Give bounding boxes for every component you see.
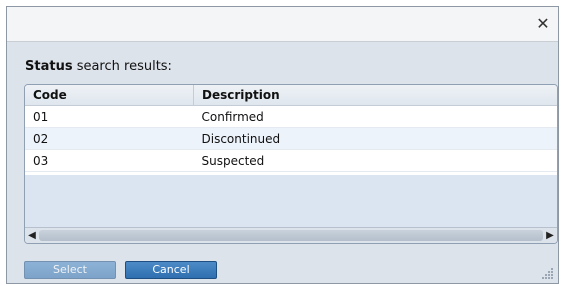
scroll-right-icon[interactable]: ▶	[543, 228, 557, 243]
cell-code: 02	[25, 127, 194, 150]
column-header-description[interactable]: Description	[193, 85, 557, 106]
dialog-titlebar: ✕	[7, 7, 558, 42]
table-header-row: Code Description	[25, 85, 557, 106]
cell-code: 03	[25, 149, 194, 172]
heading-status-label: Status	[25, 59, 73, 74]
results-grid: Code Description 01 Confirmed 02 Discont…	[24, 84, 558, 244]
scrollbar-thumb[interactable]	[39, 230, 543, 241]
cell-description: Suspected	[193, 149, 557, 172]
select-button[interactable]: Select	[24, 261, 116, 279]
cell-code: 01	[25, 105, 194, 128]
resize-grip-icon[interactable]	[542, 267, 554, 279]
column-header-code[interactable]: Code	[25, 85, 194, 106]
table-row[interactable]: 02 Discontinued	[25, 127, 557, 150]
cell-description: Discontinued	[193, 127, 557, 150]
results-table: Code Description 01 Confirmed 02 Discont…	[25, 85, 557, 172]
scroll-left-icon[interactable]: ◀	[25, 228, 39, 243]
table-row[interactable]: 01 Confirmed	[25, 105, 557, 128]
cancel-button[interactable]: Cancel	[125, 261, 217, 279]
close-icon[interactable]: ✕	[534, 15, 552, 33]
status-search-dialog: ✕ Status search results: Code Descriptio…	[6, 6, 559, 284]
table-row[interactable]: 03 Suspected	[25, 149, 557, 172]
horizontal-scrollbar[interactable]: ◀ ▶	[25, 227, 557, 243]
cell-description: Confirmed	[193, 105, 557, 128]
heading-rest-label: search results:	[72, 59, 172, 74]
results-heading: Status search results:	[25, 59, 172, 74]
